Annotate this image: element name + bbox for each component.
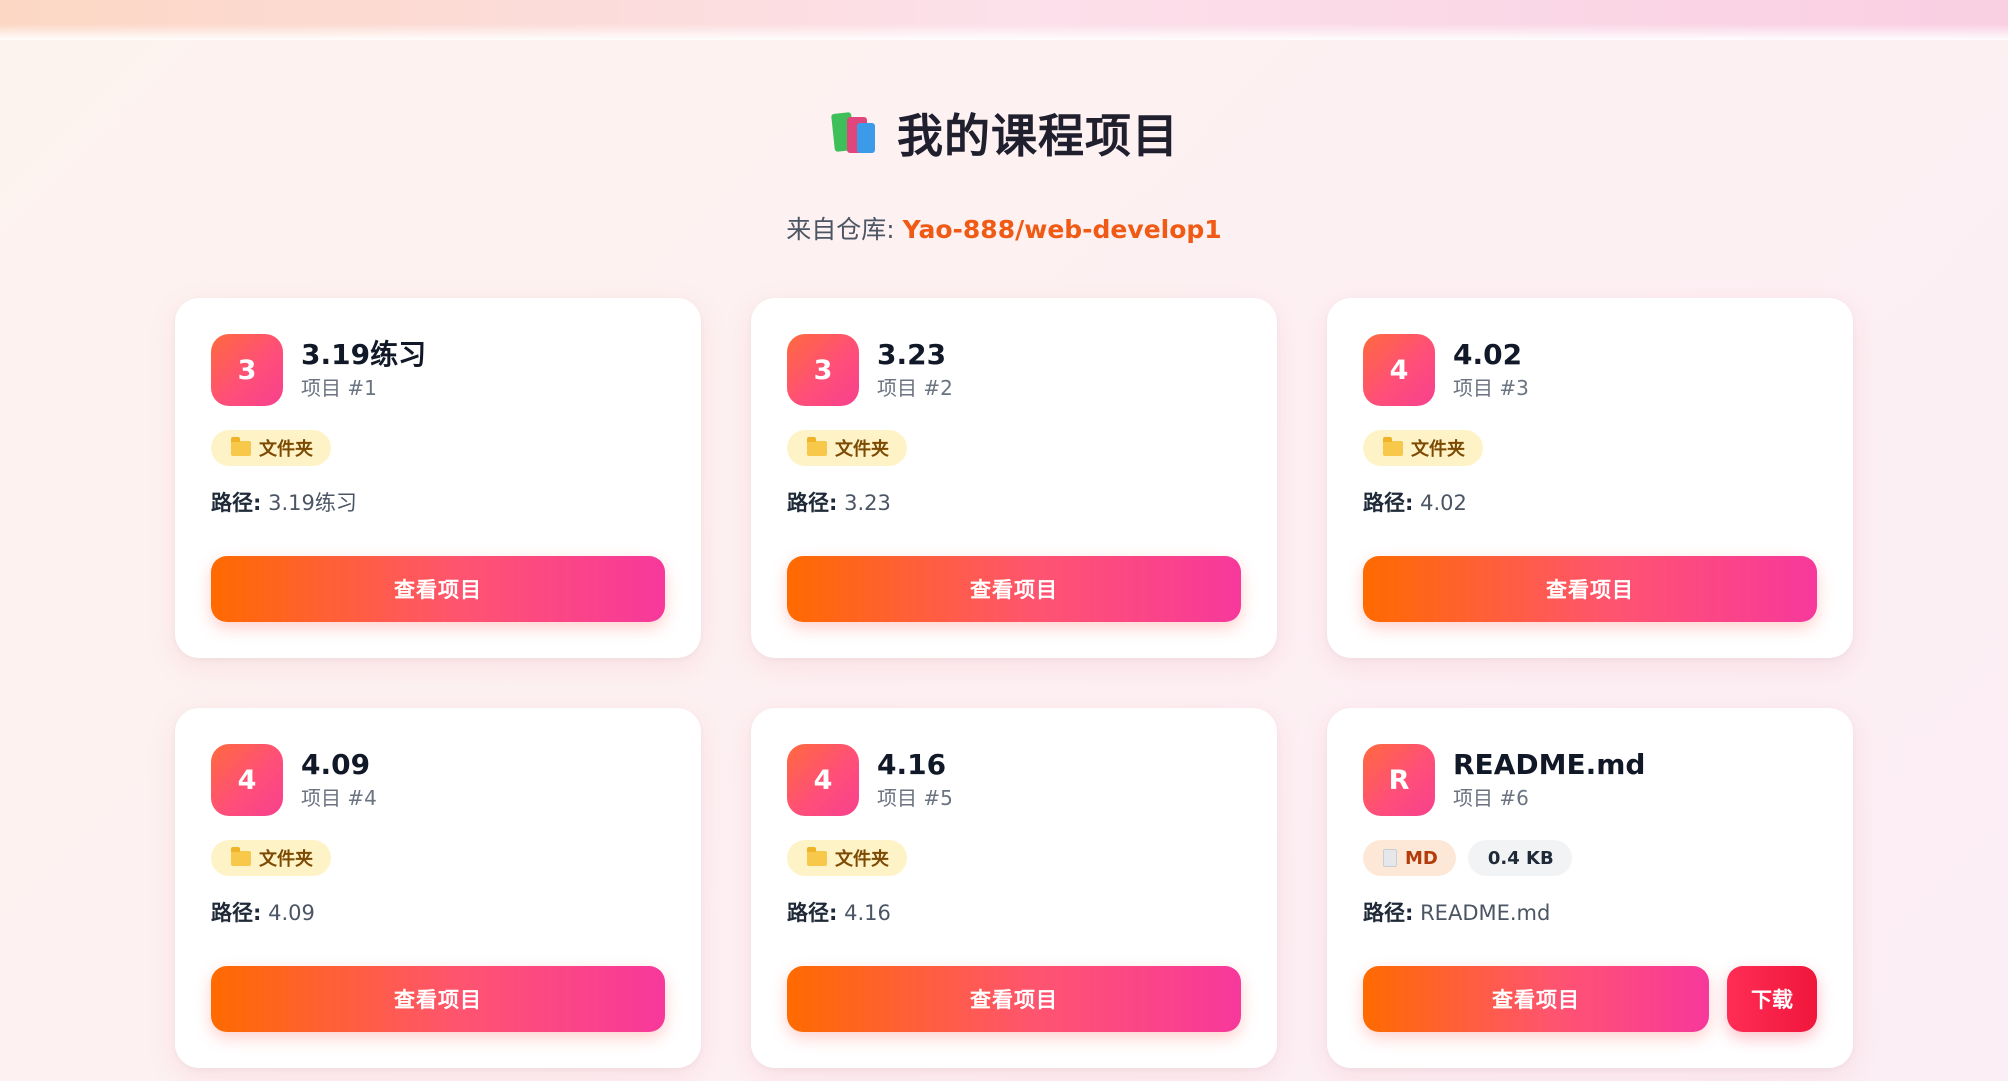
- project-number: 项目 #3: [1453, 376, 1529, 400]
- folder-icon: [1383, 436, 1403, 456]
- project-number: 项目 #5: [877, 786, 953, 810]
- view-project-button[interactable]: 查看项目: [211, 966, 665, 1032]
- type-badge-label: 文件夹: [835, 439, 889, 460]
- project-number: 项目 #2: [877, 376, 953, 400]
- type-badge-label: 文件夹: [1411, 439, 1465, 460]
- project-avatar: 3: [787, 334, 859, 406]
- project-card: 4 4.09 项目 #4 文件夹 路径: 4.09 查看项目: [175, 708, 701, 1068]
- path-value: 4.09: [268, 901, 315, 925]
- books-icon: [829, 111, 877, 155]
- project-number: 项目 #6: [1453, 786, 1529, 810]
- project-grid: 3 3.19练习 项目 #1 文件夹 路径: 3.19练习 查看项目 3 3.2…: [175, 298, 1853, 1068]
- project-title: 4.16: [877, 748, 947, 781]
- path-value: 4.02: [1420, 491, 1467, 515]
- folder-icon: [231, 846, 251, 866]
- type-badge: 文件夹: [787, 840, 907, 876]
- path-label: 路径:: [211, 491, 262, 515]
- folder-icon: [807, 436, 827, 456]
- project-avatar: R: [1363, 744, 1435, 816]
- page-title: 我的课程项目: [829, 100, 1179, 166]
- project-path: 路径: 3.23: [787, 488, 1241, 518]
- type-badge: MD: [1363, 840, 1456, 876]
- project-path: 路径: README.md: [1363, 898, 1817, 928]
- folder-icon: [807, 846, 827, 866]
- download-button[interactable]: 下载: [1727, 966, 1817, 1032]
- project-path: 路径: 4.02: [1363, 488, 1817, 518]
- type-badge: 文件夹: [787, 430, 907, 466]
- type-badge-label: 文件夹: [835, 849, 889, 870]
- view-project-button[interactable]: 查看项目: [211, 556, 665, 622]
- page-title-text: 我的课程项目: [897, 109, 1179, 163]
- path-value: 4.16: [844, 901, 891, 925]
- type-badge: 文件夹: [211, 840, 331, 876]
- project-avatar: 4: [211, 744, 283, 816]
- repo-subtitle: 来自仓库: Yao-888/web-develop1: [0, 210, 2008, 246]
- repo-link[interactable]: Yao-888/web-develop1: [903, 215, 1222, 244]
- project-title: 4.02: [1453, 338, 1523, 371]
- top-banner: [0, 0, 2008, 40]
- folder-icon: [231, 436, 251, 456]
- path-label: 路径:: [1363, 901, 1414, 925]
- project-path: 路径: 3.19练习: [211, 488, 665, 518]
- project-card: R README.md 项目 #6 MD 0.4 KB 路径: README.m…: [1327, 708, 1853, 1068]
- file-icon: [1383, 849, 1397, 867]
- size-badge: 0.4 KB: [1467, 840, 1572, 876]
- project-avatar: 4: [787, 744, 859, 816]
- path-value: 3.23: [844, 491, 891, 515]
- project-avatar: 4: [1363, 334, 1435, 406]
- project-path: 路径: 4.09: [211, 898, 665, 928]
- view-project-button[interactable]: 查看项目: [787, 556, 1241, 622]
- page-header: 我的课程项目 来自仓库: Yao-888/web-develop1: [0, 100, 2008, 246]
- path-value: 3.19练习: [268, 491, 357, 515]
- project-avatar: 3: [211, 334, 283, 406]
- project-card: 3 3.23 项目 #2 文件夹 路径: 3.23 查看项目: [751, 298, 1277, 658]
- repo-subtitle-label: 来自仓库:: [786, 215, 903, 244]
- type-badge: 文件夹: [1363, 430, 1483, 466]
- project-number: 项目 #4: [301, 786, 377, 810]
- view-project-button[interactable]: 查看项目: [787, 966, 1241, 1032]
- project-title: 3.23: [877, 338, 947, 371]
- project-card: 3 3.19练习 项目 #1 文件夹 路径: 3.19练习 查看项目: [175, 298, 701, 658]
- view-project-button[interactable]: 查看项目: [1363, 556, 1817, 622]
- project-card: 4 4.16 项目 #5 文件夹 路径: 4.16 查看项目: [751, 708, 1277, 1068]
- type-badge: 文件夹: [211, 430, 331, 466]
- path-label: 路径:: [211, 901, 262, 925]
- type-badge-label: 文件夹: [259, 439, 313, 460]
- type-badge-label: 文件夹: [259, 849, 313, 870]
- type-badge-label: MD: [1405, 847, 1438, 869]
- project-number: 项目 #1: [301, 376, 377, 400]
- path-value: README.md: [1420, 901, 1551, 925]
- project-card: 4 4.02 项目 #3 文件夹 路径: 4.02 查看项目: [1327, 298, 1853, 658]
- project-title: 3.19练习: [301, 338, 427, 371]
- project-title: 4.09: [301, 748, 371, 781]
- path-label: 路径:: [1363, 491, 1414, 515]
- view-project-button[interactable]: 查看项目: [1363, 966, 1709, 1032]
- project-title: README.md: [1453, 748, 1646, 781]
- project-path: 路径: 4.16: [787, 898, 1241, 928]
- path-label: 路径:: [787, 901, 838, 925]
- path-label: 路径:: [787, 491, 838, 515]
